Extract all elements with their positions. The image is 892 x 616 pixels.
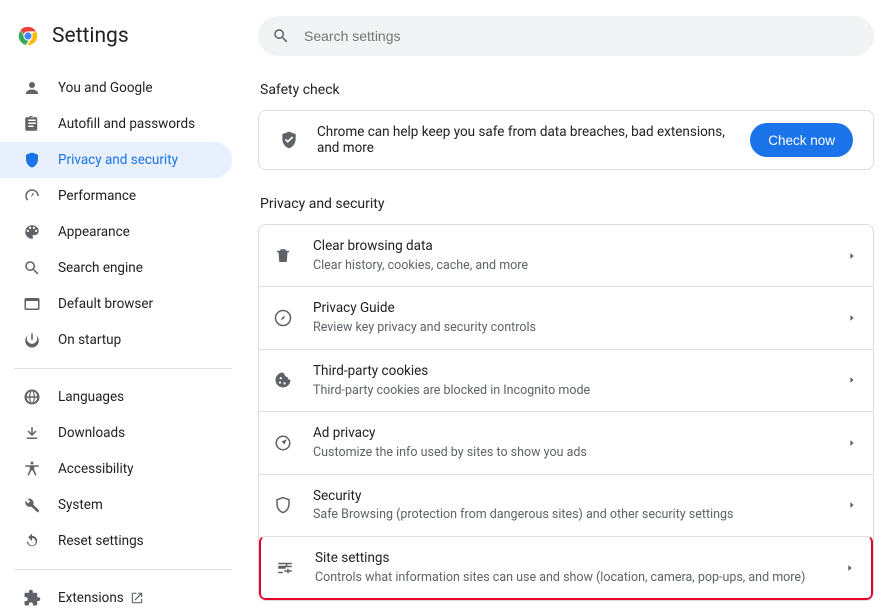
- chevron-right-icon: [847, 313, 857, 323]
- row-title: Ad privacy: [313, 424, 839, 443]
- sidebar-item-label: Appearance: [58, 224, 130, 240]
- privacy-card: Clear browsing data Clear history, cooki…: [258, 224, 874, 601]
- row-security[interactable]: Security Safe Browsing (protection from …: [259, 474, 873, 536]
- search-icon: [272, 27, 302, 45]
- sidebar-item-label: Extensions: [58, 590, 124, 606]
- chevron-right-icon: [845, 563, 855, 573]
- sidebar-item-label: On startup: [58, 332, 121, 348]
- row-privacy-guide[interactable]: Privacy Guide Review key privacy and sec…: [259, 286, 873, 348]
- sidebar-item-you-and-google[interactable]: You and Google: [0, 70, 232, 106]
- safety-check-text: Chrome can help keep you safe from data …: [317, 124, 750, 156]
- sidebar-item-appearance[interactable]: Appearance: [0, 214, 232, 250]
- power-icon: [22, 330, 42, 350]
- row-subtitle: Safe Browsing (protection from dangerous…: [313, 506, 839, 524]
- person-icon: [22, 78, 42, 98]
- ads-icon: [273, 433, 293, 453]
- safety-check-title: Safety check: [260, 82, 872, 98]
- globe-icon: [22, 387, 42, 407]
- row-subtitle: Review key privacy and security controls: [313, 319, 839, 337]
- security-shield-icon: [273, 495, 293, 515]
- row-subtitle: Third-party cookies are blocked in Incog…: [313, 382, 839, 400]
- open-in-new-icon: [130, 591, 144, 605]
- sidebar-item-languages[interactable]: Languages: [0, 379, 232, 415]
- search-icon: [22, 258, 42, 278]
- chevron-right-icon: [847, 375, 857, 385]
- search-bar[interactable]: [258, 16, 874, 56]
- sidebar-item-label: Reset settings: [58, 533, 144, 549]
- sidebar-divider: [14, 368, 232, 369]
- chevron-right-icon: [847, 438, 857, 448]
- sidebar-item-label: Accessibility: [58, 461, 134, 477]
- sidebar-item-accessibility[interactable]: Accessibility: [0, 451, 232, 487]
- row-site-settings[interactable]: Site settings Controls what information …: [259, 536, 873, 600]
- row-title: Security: [313, 487, 839, 506]
- sidebar-item-label: Search engine: [58, 260, 143, 276]
- sidebar-item-downloads[interactable]: Downloads: [0, 415, 232, 451]
- row-title: Privacy Guide: [313, 299, 839, 318]
- sidebar-item-label: Performance: [58, 188, 136, 204]
- row-clear-browsing-data[interactable]: Clear browsing data Clear history, cooki…: [259, 225, 873, 286]
- extension-icon: [22, 588, 42, 608]
- sidebar-item-search-engine[interactable]: Search engine: [0, 250, 232, 286]
- sidebar-item-performance[interactable]: Performance: [0, 178, 232, 214]
- sidebar-item-on-startup[interactable]: On startup: [0, 322, 232, 358]
- row-subtitle: Controls what information sites can use …: [315, 569, 837, 587]
- sidebar-item-reset[interactable]: Reset settings: [0, 523, 232, 559]
- sidebar-item-label: System: [58, 497, 103, 513]
- search-input[interactable]: [302, 27, 860, 45]
- row-title: Site settings: [315, 549, 837, 568]
- cookie-icon: [273, 370, 293, 390]
- row-subtitle: Clear history, cookies, cache, and more: [313, 257, 839, 275]
- sidebar-item-label: Languages: [58, 389, 124, 405]
- tune-icon: [275, 558, 295, 578]
- assignment-icon: [22, 114, 42, 134]
- sidebar-item-label: Default browser: [58, 296, 153, 312]
- page-title: Settings: [52, 24, 129, 48]
- row-ad-privacy[interactable]: Ad privacy Customize the info used by si…: [259, 411, 873, 473]
- safety-check-card: Chrome can help keep you safe from data …: [258, 110, 874, 170]
- row-subtitle: Customize the info used by sites to show…: [313, 444, 839, 462]
- sidebar-nav: You and Google Autofill and passwords Pr…: [0, 66, 240, 616]
- compass-icon: [273, 308, 293, 328]
- check-now-button[interactable]: Check now: [750, 123, 853, 157]
- row-title: Clear browsing data: [313, 237, 839, 256]
- sidebar: Settings You and Google Autofill and pas…: [0, 0, 240, 596]
- sidebar-item-autofill[interactable]: Autofill and passwords: [0, 106, 232, 142]
- chrome-logo-icon: [18, 26, 38, 46]
- sidebar-item-extensions[interactable]: Extensions: [0, 580, 232, 616]
- sidebar-item-default-browser[interactable]: Default browser: [0, 286, 232, 322]
- sidebar-item-privacy[interactable]: Privacy and security: [0, 142, 232, 178]
- reset-icon: [22, 531, 42, 551]
- browser-icon: [22, 294, 42, 314]
- brand: Settings: [0, 16, 240, 66]
- shield-check-icon: [279, 130, 299, 150]
- row-title: Third-party cookies: [313, 362, 839, 381]
- download-icon: [22, 423, 42, 443]
- chevron-right-icon: [847, 500, 857, 510]
- palette-icon: [22, 222, 42, 242]
- trash-icon: [273, 246, 293, 266]
- sidebar-item-label: Downloads: [58, 425, 125, 441]
- sidebar-divider: [14, 569, 232, 570]
- shield-icon: [22, 150, 42, 170]
- sidebar-item-system[interactable]: System: [0, 487, 232, 523]
- wrench-icon: [22, 495, 42, 515]
- speedometer-icon: [22, 186, 42, 206]
- sidebar-item-label: Autofill and passwords: [58, 116, 195, 132]
- accessibility-icon: [22, 459, 42, 479]
- row-third-party-cookies[interactable]: Third-party cookies Third-party cookies …: [259, 349, 873, 411]
- sidebar-item-label: Privacy and security: [58, 152, 178, 168]
- sidebar-item-label: You and Google: [58, 80, 153, 96]
- chevron-right-icon: [847, 251, 857, 261]
- privacy-section-title: Privacy and security: [260, 196, 872, 212]
- main-content: Safety check Chrome can help keep you sa…: [240, 0, 892, 596]
